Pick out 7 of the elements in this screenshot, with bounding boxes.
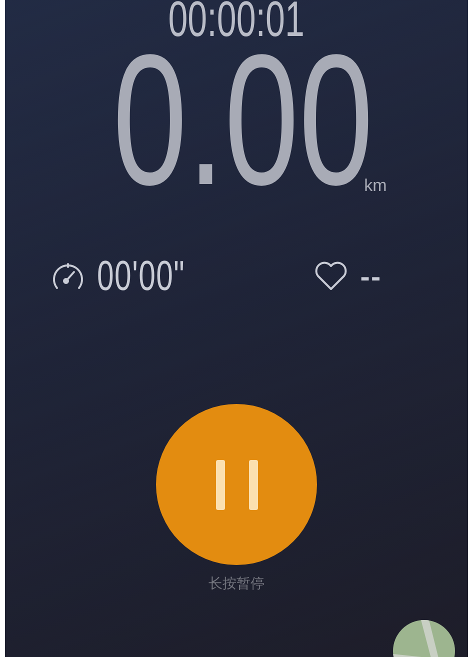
pause-hint: 长按暂停 xyxy=(208,575,264,593)
heart-icon xyxy=(314,261,348,291)
pace-value: 00'00" xyxy=(97,252,186,300)
elapsed-time: 00:00:01 xyxy=(168,0,305,38)
heart-rate-value: -- xyxy=(360,252,382,300)
speedometer-icon xyxy=(51,261,85,291)
pause-icon xyxy=(216,460,258,510)
